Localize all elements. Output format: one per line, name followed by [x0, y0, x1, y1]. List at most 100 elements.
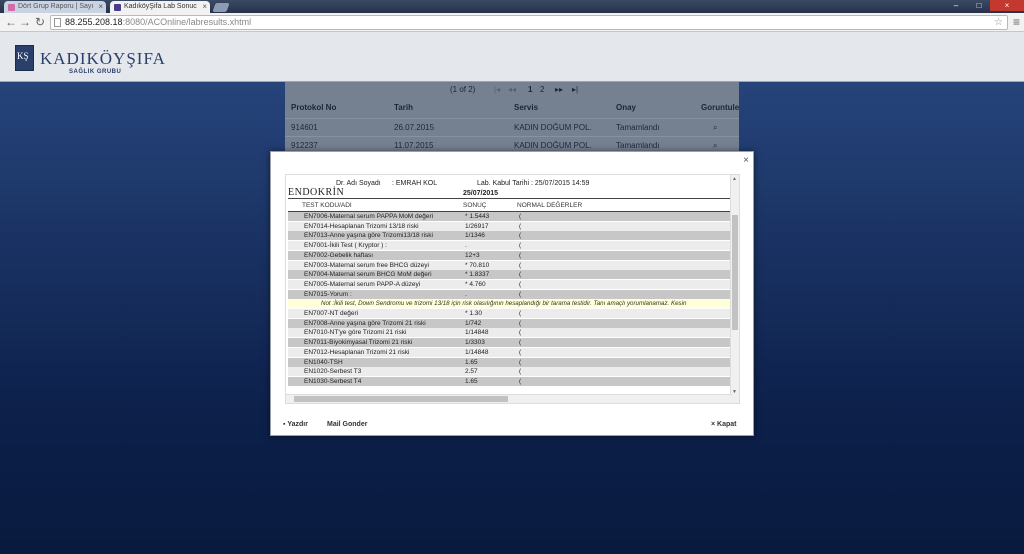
- site-header: KADIKÖYŞIFA SAĞLIK GRUBU: [0, 32, 1024, 82]
- page-icon: [54, 18, 61, 27]
- test-name: EN7008-Anne yaşına göre Trizomi 21 riski: [304, 319, 426, 327]
- test-normal: (: [519, 251, 522, 259]
- test-normal: (: [519, 261, 522, 269]
- section-title: ENDOKRİN: [288, 187, 731, 199]
- list-item: EN7014-Hesaplanan Trizomi 13/18 riski 1/2…: [288, 221, 731, 231]
- new-tab-button[interactable]: [212, 3, 230, 12]
- horizontal-scrollbar[interactable]: [286, 394, 732, 403]
- list-item: EN7007-NT değeri * 1.30 (: [288, 309, 731, 318]
- test-result: * 1.30: [465, 310, 482, 317]
- forward-arrow-icon[interactable]: →: [18, 15, 32, 29]
- window-minimize-button[interactable]: –: [944, 0, 968, 11]
- tab-close-icon[interactable]: ×: [98, 1, 103, 13]
- test-name: EN7013-Anne yaşına göre Trizomi13/18 ris…: [304, 232, 433, 240]
- scroll-up-icon[interactable]: ▲: [732, 176, 737, 182]
- logo-mark-icon: [15, 45, 34, 71]
- test-result: 1/26917: [465, 222, 489, 230]
- test-result: 12+3: [465, 251, 480, 259]
- col-normal-header: NORMAL DEĞERLER: [517, 202, 583, 209]
- list-item: EN7001-İkili Test ( Kryptor ) :. (: [288, 241, 731, 251]
- test-normal: (: [519, 348, 522, 356]
- vertical-scrollbar[interactable]: ▲ ▼: [730, 175, 739, 403]
- list-item: EN1040-TSH 1.65 (: [288, 357, 731, 367]
- test-normal: (: [519, 377, 522, 385]
- favicon-icon: [8, 4, 15, 11]
- browser-menu-icon[interactable]: ≡: [1013, 15, 1020, 29]
- window-close-button[interactable]: ×: [990, 0, 1024, 11]
- test-normal: (: [519, 368, 522, 376]
- test-normal: (: [519, 271, 522, 279]
- test-normal: (: [519, 358, 522, 366]
- list-item: EN7003-Maternal serum free BHCG düzeyi * …: [288, 260, 731, 270]
- test-name: EN1020-Serbest T3: [304, 368, 362, 376]
- back-arrow-icon[interactable]: ←: [4, 15, 18, 29]
- logo-text: KADIKÖYŞIFA: [40, 49, 166, 68]
- test-normal: (: [519, 242, 522, 250]
- window-maximize-button[interactable]: □: [968, 0, 990, 11]
- close-button[interactable]: × Kapat: [711, 421, 737, 428]
- test-name: EN7005-Maternal serum PAPP-A düzeyi: [304, 280, 421, 288]
- test-name: EN7001-İkili Test ( Kryptor ) :: [304, 242, 387, 250]
- reload-icon[interactable]: ↻: [33, 15, 47, 29]
- test-result: 1/14848: [465, 329, 489, 337]
- test-name: EN7011-Biyokimyasal Trizomi 21 riski: [304, 339, 413, 347]
- scroll-down-icon[interactable]: ▼: [732, 389, 737, 395]
- report-note: Not :İkili test, Down Sendromu ve trizom…: [288, 299, 731, 309]
- accept-date-value: : 25/07/2015 14:59: [531, 180, 590, 187]
- print-button[interactable]: ▪ Yazdır: [283, 421, 308, 428]
- test-normal: (: [519, 290, 522, 298]
- test-name: EN7014-Hesaplanan Trizomi 13/18 riski: [304, 222, 419, 230]
- test-result: * 1.5443: [465, 213, 490, 220]
- dialog-close-icon[interactable]: ×: [743, 155, 749, 166]
- close-label: Kapat: [717, 421, 737, 428]
- list-item: EN7006-Maternal serum PAPPA MoM değeri * …: [288, 212, 731, 221]
- test-result: * 4.760: [465, 280, 486, 288]
- test-name: EN7010-NT'ye göre Trizomi 21 riski: [304, 329, 407, 337]
- tab-label: KadıköyŞifa Lab Sonuc: [124, 3, 197, 10]
- accept-date-label: Lab. Kabul Tarihi: [477, 180, 530, 187]
- test-name: EN7015-Yorum :: [304, 290, 352, 298]
- browser-tab-1[interactable]: Dört Grup Raporu | Sayı ×: [4, 1, 106, 13]
- list-item: EN7012-Hesaplanan Trizomi 21 riski 1/1484…: [288, 347, 731, 357]
- list-item: EN7008-Anne yaşına göre Trizomi 21 riski…: [288, 318, 731, 328]
- mail-send-button[interactable]: Mail Gonder: [327, 421, 367, 428]
- logo-subtitle: SAĞLIK GRUBU: [69, 69, 122, 75]
- list-item: EN7010-NT'ye göre Trizomi 21 riski 1/1484…: [288, 328, 731, 338]
- lab-result-dialog: × Dr. Adı Soyadı : EMRAH KOL Lab. Kabul …: [270, 151, 754, 436]
- test-result: * 1.8337: [465, 271, 490, 279]
- test-name: EN7006-Maternal serum PAPPA MoM değeri: [304, 213, 434, 220]
- test-normal: (: [519, 222, 522, 230]
- section-date: 25/07/2015: [463, 190, 499, 197]
- col-result-header: SONUÇ: [463, 202, 487, 209]
- report-viewer[interactable]: Dr. Adı Soyadı : EMRAH KOL Lab. Kabul Ta…: [285, 174, 740, 404]
- address-bar[interactable]: 88.255.208.18:8080/ACOnline/labresults.x…: [50, 15, 1008, 30]
- url-port: :8080: [122, 17, 146, 27]
- test-result: .: [465, 290, 467, 298]
- close-icon: ×: [711, 421, 716, 428]
- test-normal: (: [519, 232, 522, 240]
- horizontal-scroll-thumb[interactable]: [294, 396, 508, 402]
- test-name: EN7012-Hesaplanan Trizomi 21 riski: [304, 348, 410, 356]
- list-item: EN7011-Biyokimyasal Trizomi 21 riski 1/33…: [288, 338, 731, 348]
- test-result: 1/14848: [465, 348, 489, 356]
- test-name: EN1040-TSH: [304, 358, 343, 366]
- test-name: EN7007-NT değeri: [304, 310, 359, 317]
- url-host: 88.255.208.18: [65, 17, 123, 27]
- list-item: EN7013-Anne yaşına göre Trizomi13/18 ris…: [288, 231, 731, 241]
- tab-close-icon[interactable]: ×: [202, 1, 207, 13]
- test-name: EN1030-Serbest T4: [304, 377, 362, 385]
- test-normal: (: [519, 329, 522, 337]
- browser-tab-2[interactable]: KadıköyŞifa Lab Sonuc ×: [110, 1, 210, 13]
- test-normal: (: [519, 319, 522, 327]
- bookmark-star-icon[interactable]: ☆: [994, 16, 1003, 29]
- vertical-scroll-thumb[interactable]: [732, 215, 738, 330]
- list-item: EN7015-Yorum :. (: [288, 289, 731, 299]
- col-test-header: TEST KODU/ADI: [302, 202, 352, 209]
- browser-toolbar: ← → ↻ 88.255.208.18:8080/ACOnline/labres…: [0, 13, 1024, 32]
- list-item: EN7005-Maternal serum PAPP-A düzeyi * 4.7…: [288, 279, 731, 289]
- browser-tab-bar: Dört Grup Raporu | Sayı × KadıköyŞifa La…: [0, 0, 1024, 13]
- test-result: .: [465, 242, 467, 250]
- list-item: EN1030-Serbest T4 1.65 (: [288, 376, 731, 386]
- favicon-icon: [114, 4, 121, 11]
- list-item: EN1020-Serbest T3 2.57 (: [288, 367, 731, 377]
